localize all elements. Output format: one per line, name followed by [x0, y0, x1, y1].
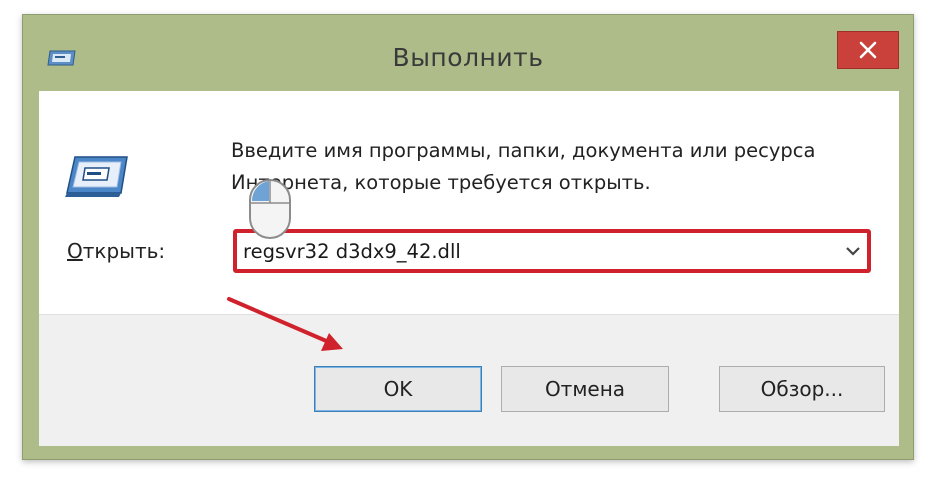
chevron-down-icon[interactable]: [845, 244, 861, 258]
window-title: Выполнить: [392, 43, 544, 72]
dialog-body: Введите имя программы, папки, документа …: [39, 91, 899, 446]
title-bar[interactable]: Выполнить: [23, 15, 913, 91]
open-label-text: ткрыть:: [82, 239, 166, 263]
open-label-accesskey: О: [67, 239, 83, 263]
command-combobox[interactable]: [233, 229, 871, 273]
run-dialog-icon: [65, 156, 128, 197]
close-button[interactable]: [837, 31, 899, 69]
browse-button[interactable]: Обзор...: [719, 366, 885, 412]
ok-button[interactable]: OK: [314, 366, 482, 412]
open-label: Открыть:: [67, 239, 165, 263]
close-icon: [859, 41, 877, 59]
run-dialog-window: Выполнить Введите имя программы, папки, …: [22, 14, 914, 460]
screenshot-stage: Выполнить Введите имя программы, папки, …: [0, 0, 940, 478]
dialog-description: Введите имя программы, папки, документа …: [231, 139, 816, 194]
command-input[interactable]: [241, 237, 837, 265]
cancel-button[interactable]: Отмена: [501, 366, 669, 412]
